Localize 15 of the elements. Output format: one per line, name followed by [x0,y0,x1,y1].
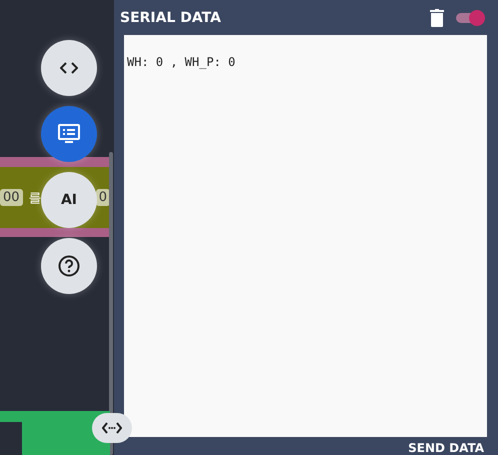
resize-icon [102,422,122,434]
toggle-switch[interactable] [456,12,482,22]
panel-title: SERIAL DATA [120,10,222,26]
code-icon [60,61,78,75]
send-data-button[interactable]: SEND DATA [408,441,484,455]
help-button[interactable] [41,238,97,294]
serial-monitor-button[interactable] [41,106,97,162]
block-label: 를 [28,190,42,206]
help-icon [58,255,80,277]
trash-icon[interactable] [430,8,444,26]
code-button[interactable] [41,40,97,96]
block-value: 00 [0,189,23,206]
serial-line: WH: 0 , WH_P: 0 [127,55,236,69]
block-slot [0,422,22,455]
monitor-icon [58,124,80,144]
